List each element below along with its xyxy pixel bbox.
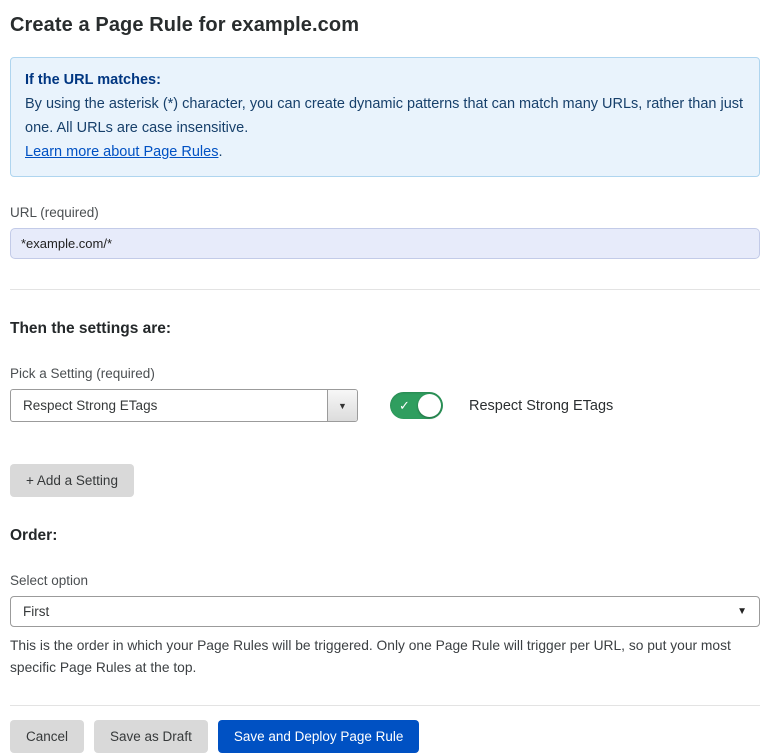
info-box-body: By using the asterisk (*) character, you… bbox=[25, 92, 745, 140]
order-dropdown-value: First bbox=[23, 604, 49, 619]
save-deploy-button[interactable]: Save and Deploy Page Rule bbox=[218, 720, 420, 753]
setting-toggle-group: ✓ Respect Strong ETags bbox=[390, 392, 613, 419]
create-page-rule-form: Create a Page Rule for example.com If th… bbox=[0, 0, 769, 718]
setting-dropdown[interactable]: Respect Strong ETags ▼ bbox=[10, 389, 358, 422]
page-title: Create a Page Rule for example.com bbox=[10, 14, 760, 37]
check-icon: ✓ bbox=[399, 397, 410, 414]
chevron-down-icon: ▼ bbox=[737, 606, 747, 617]
order-dropdown[interactable]: First ▼ bbox=[10, 596, 760, 627]
order-select-label: Select option bbox=[10, 573, 760, 588]
save-draft-button[interactable]: Save as Draft bbox=[94, 720, 208, 753]
etags-toggle[interactable]: ✓ bbox=[390, 392, 443, 419]
setting-row: Respect Strong ETags ▼ ✓ Respect Strong … bbox=[10, 389, 760, 422]
toggle-label: Respect Strong ETags bbox=[469, 398, 613, 414]
url-match-info-box: If the URL matches: By using the asteris… bbox=[10, 57, 760, 177]
order-help-text: This is the order in which your Page Rul… bbox=[10, 635, 758, 679]
link-suffix: . bbox=[218, 144, 222, 160]
info-box-link-line: Learn more about Page Rules. bbox=[25, 140, 745, 164]
chevron-down-icon[interactable]: ▼ bbox=[327, 390, 357, 421]
url-field-label: URL (required) bbox=[10, 205, 760, 220]
add-setting-button[interactable]: + Add a Setting bbox=[10, 464, 134, 497]
pick-setting-label: Pick a Setting (required) bbox=[10, 366, 760, 381]
url-input[interactable] bbox=[10, 228, 760, 259]
settings-section-heading: Then the settings are: bbox=[10, 320, 760, 338]
cancel-button[interactable]: Cancel bbox=[10, 720, 84, 753]
learn-more-link[interactable]: Learn more about Page Rules bbox=[25, 144, 218, 160]
toggle-knob bbox=[418, 394, 441, 417]
setting-dropdown-value: Respect Strong ETags bbox=[11, 390, 327, 421]
order-section-heading: Order: bbox=[10, 527, 760, 545]
section-divider bbox=[10, 289, 760, 290]
action-bar: Cancel Save as Draft Save and Deploy Pag… bbox=[10, 705, 760, 753]
info-box-heading: If the URL matches: bbox=[25, 68, 745, 92]
